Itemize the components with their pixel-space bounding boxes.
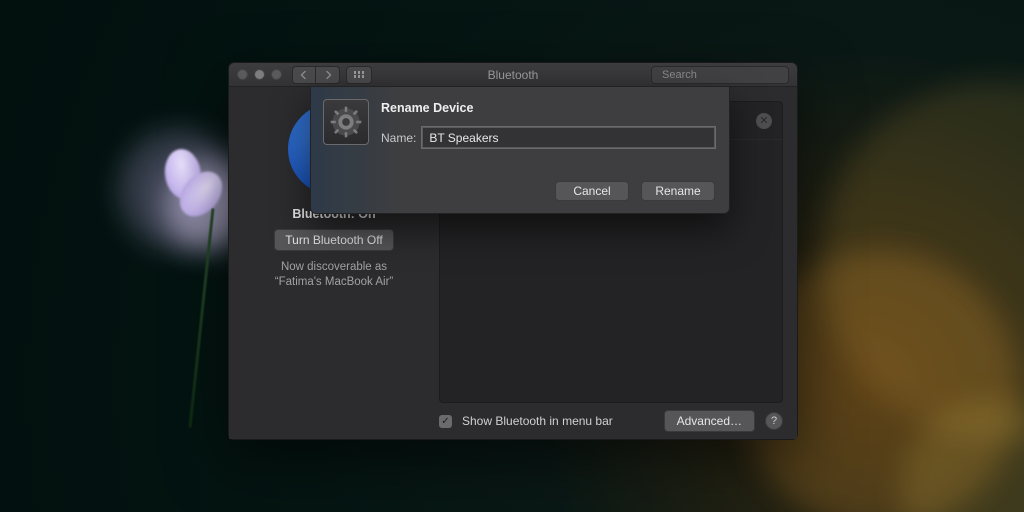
discoverable-label: Now discoverable as	[281, 261, 387, 273]
advanced-button[interactable]: Advanced…	[664, 410, 755, 432]
titlebar: Bluetooth	[229, 63, 797, 87]
discoverable-name: “Fatima's MacBook Air”	[275, 276, 394, 288]
cancel-button[interactable]: Cancel	[555, 181, 629, 201]
search-field[interactable]	[651, 66, 789, 84]
rename-button[interactable]: Rename	[641, 181, 715, 201]
name-field-label: Name:	[381, 131, 416, 145]
close-window-button[interactable]	[237, 69, 248, 80]
rename-device-sheet: Rename Device Name: Cancel Rename	[310, 86, 730, 214]
settings-gear-icon	[323, 99, 369, 145]
zoom-window-button[interactable]	[271, 69, 282, 80]
toggle-bluetooth-button[interactable]: Turn Bluetooth Off	[274, 229, 393, 251]
sheet-title: Rename Device	[381, 101, 715, 115]
menubar-checkbox-label: Show Bluetooth in menu bar	[462, 414, 613, 428]
search-input[interactable]	[662, 69, 804, 81]
nav-forward-button[interactable]	[316, 66, 340, 84]
minimize-window-button[interactable]	[254, 69, 265, 80]
menubar-checkbox[interactable]: ✓	[439, 415, 452, 428]
window-controls	[237, 69, 282, 80]
remove-device-icon[interactable]: ✕	[756, 113, 772, 129]
footer: ✓ Show Bluetooth in menu bar Advanced… ?	[439, 403, 783, 439]
device-name-input[interactable]	[422, 127, 715, 148]
help-button[interactable]: ?	[765, 412, 783, 430]
nav-back-button[interactable]	[292, 66, 316, 84]
show-all-prefs-button[interactable]	[346, 66, 372, 84]
